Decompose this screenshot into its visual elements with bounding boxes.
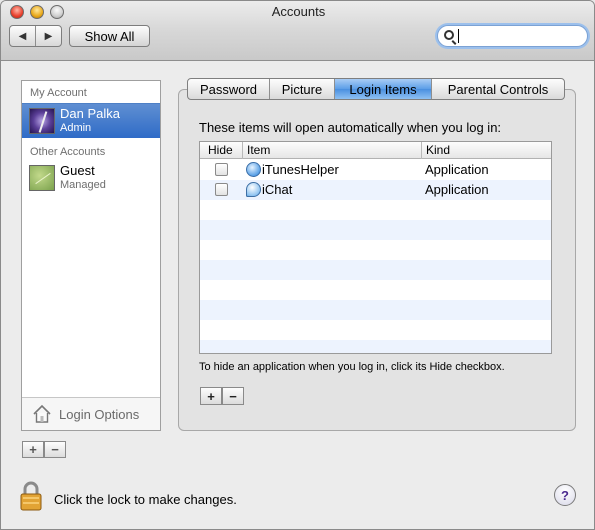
account-guest[interactable]: Guest Managed — [22, 161, 160, 196]
empty-row — [200, 320, 551, 340]
tab-login-items[interactable]: Login Items — [335, 79, 432, 99]
empty-row — [200, 260, 551, 280]
house-icon — [33, 404, 51, 423]
window-title: Accounts — [271, 4, 326, 19]
back-icon[interactable]: ◀ — [10, 26, 36, 46]
itunes-icon — [246, 162, 261, 177]
item-name: iTunesHelper — [262, 162, 339, 177]
add-account-button[interactable]: + — [22, 441, 44, 458]
empty-row — [200, 300, 551, 320]
tab-parental-controls[interactable]: Parental Controls — [432, 79, 564, 99]
ichat-icon — [246, 182, 261, 197]
my-account-heading: My Account — [30, 87, 87, 99]
accounts-window: Accounts ◀ ▶ Show All My Account Dan Pal… — [0, 0, 595, 530]
login-items-table: Hide Item Kind iTunesHelper Application … — [199, 141, 552, 354]
hide-hint-text: To hide an application when you log in, … — [199, 361, 505, 373]
user-picture-icon — [29, 108, 55, 134]
item-name: iChat — [262, 182, 293, 197]
account-name: Guest — [60, 163, 95, 178]
accounts-sidebar: My Account Dan Palka Admin Other Account… — [21, 80, 161, 431]
title-toolbar: Accounts ◀ ▶ Show All — [1, 1, 594, 61]
back-forward-control: ◀ ▶ — [9, 25, 62, 47]
hide-checkbox[interactable] — [215, 163, 228, 176]
text-caret — [458, 29, 459, 43]
show-all-button[interactable]: Show All — [69, 25, 150, 47]
lock-icon[interactable] — [19, 481, 43, 511]
empty-row — [200, 280, 551, 300]
hide-checkbox[interactable] — [215, 183, 228, 196]
tab-bar: Password Picture Login Items Parental Co… — [187, 78, 565, 100]
forward-icon[interactable]: ▶ — [36, 26, 61, 46]
empty-row — [200, 340, 551, 353]
other-accounts-heading: Other Accounts — [30, 146, 106, 158]
column-divider — [421, 142, 422, 159]
remove-account-button[interactable]: − — [44, 441, 66, 458]
column-header-item[interactable]: Item — [247, 143, 270, 157]
column-header-hide[interactable]: Hide — [208, 143, 233, 157]
login-options-item[interactable]: Login Options — [22, 397, 160, 430]
item-kind: Application — [425, 162, 489, 177]
login-options-label: Login Options — [59, 407, 140, 422]
tab-password[interactable]: Password — [188, 79, 270, 99]
column-divider — [242, 142, 243, 159]
remove-login-item-button[interactable]: − — [222, 387, 244, 405]
account-dan-palka[interactable]: Dan Palka Admin — [22, 103, 160, 138]
lock-message: Click the lock to make changes. — [54, 492, 237, 507]
table-row[interactable]: iTunesHelper Application — [200, 160, 551, 180]
search-input[interactable] — [437, 25, 588, 47]
table-row[interactable]: iChat Application — [200, 180, 551, 200]
empty-row — [200, 200, 551, 220]
account-name: Dan Palka — [60, 106, 120, 121]
help-button[interactable]: ? — [554, 484, 576, 506]
account-role: Managed — [60, 179, 106, 191]
account-role: Admin — [60, 122, 92, 134]
tab-picture[interactable]: Picture — [270, 79, 335, 99]
search-icon — [444, 30, 454, 40]
empty-row — [200, 220, 551, 240]
item-kind: Application — [425, 182, 489, 197]
empty-row — [200, 240, 551, 260]
table-header: Hide Item Kind — [200, 142, 551, 159]
add-login-item-button[interactable]: + — [200, 387, 222, 405]
login-items-description: These items will open automatically when… — [199, 120, 502, 135]
column-header-kind[interactable]: Kind — [426, 143, 450, 157]
guest-picture-icon — [29, 165, 55, 191]
